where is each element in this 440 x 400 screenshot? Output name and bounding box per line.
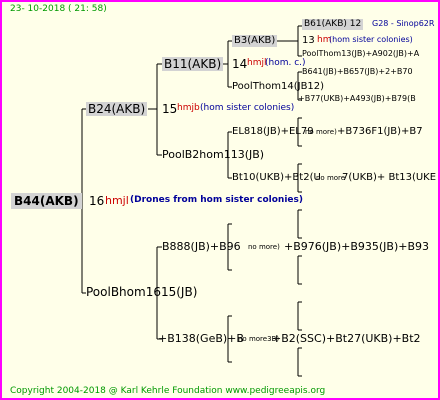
- gen3-bt10-rest: 7(UKB)+ Bt13(UKE: [342, 172, 437, 183]
- gen2-b888-label: B888(JB)+B96: [162, 240, 241, 253]
- root-gen-number: 16: [89, 194, 105, 208]
- gen2-poolb2-box: PoolB2hom113(JB): [162, 148, 265, 161]
- gen2-b11-number: 14: [232, 57, 248, 71]
- gen2-b888-mid: no more): [248, 243, 280, 251]
- gen2-b11-note: (hom. c.): [265, 58, 306, 68]
- gen3-b3-box: B3(AKB): [232, 35, 278, 47]
- root-note: (Drones from hom sister colonies): [130, 195, 303, 205]
- gen3-b3-number: 13: [302, 35, 315, 46]
- report-date: 23- 10-2018 ( 21: 58): [10, 4, 107, 14]
- gen4-b61-tag: G28 - Sinop62R: [372, 19, 435, 28]
- gen4-poolthom13: PoolThom13(JB)+A902(JB)+A: [302, 49, 420, 58]
- gen3-el818-mid: no more): [305, 128, 337, 136]
- root-breeder: hmjl: [105, 194, 129, 207]
- gen1-top-number: 15: [162, 102, 178, 116]
- gen3-b3-note: (hom sister colonies): [329, 35, 413, 44]
- gen3-el818-rest: +B736F1(JB)+B7: [337, 126, 423, 137]
- gen4-b77: +B77(UKB)+A493(JB)+B79(B: [298, 94, 416, 103]
- gen1-top-box: B24(AKB): [86, 102, 148, 116]
- gen3-poolthom14: PoolThom14(JB12): [232, 81, 325, 92]
- gen4-b61-box: B61(AKB) 12: [302, 19, 364, 30]
- pedigree-frame: 23- 10-2018 ( 21: 58) Copyright 2004-201…: [0, 0, 440, 400]
- gen1-top-note: (hom sister colonies): [200, 103, 295, 113]
- gen2-b888-rest: +B976(JB)+B935(JB)+B93: [284, 240, 430, 253]
- copyright-footer: Copyright 2004-2018 @ Karl Kehrle Founda…: [10, 386, 326, 396]
- gen3-bt10-mid: no more: [316, 174, 346, 182]
- gen3-bt10-label: Bt10(UKB)+Bt2(U: [232, 172, 321, 183]
- gen2-b138-rest: +B2(SSC)+Bt27(UKB)+Bt2: [272, 332, 421, 345]
- root-queen-box: B44(AKB): [11, 193, 82, 209]
- gen4-b641: B641(JB)+B657(JB)+2+B70: [302, 67, 413, 76]
- gen2-b138-label: +B138(GeB)+B: [158, 332, 244, 345]
- gen2-b11-breeder: hmjl: [247, 58, 267, 68]
- gen1-bottom-box: PoolBhom1615(JB): [86, 285, 198, 299]
- gen1-top-breeder: hmjb: [177, 103, 200, 113]
- gen2-b11-box: B11(AKB): [162, 57, 224, 71]
- gen3-el818-label: EL818(JB)+EL79: [232, 126, 314, 137]
